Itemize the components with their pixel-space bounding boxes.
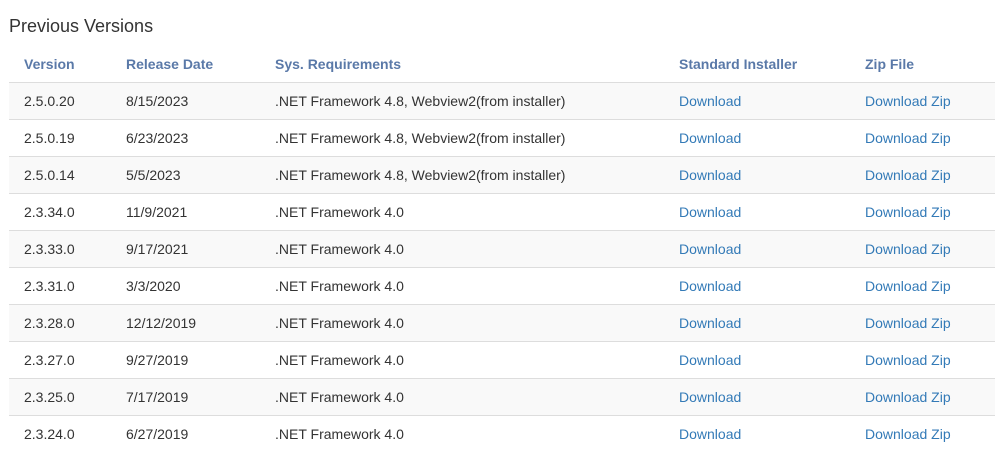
download-installer-link[interactable]: Download: [679, 389, 741, 405]
version-cell: 2.3.27.0: [9, 341, 111, 379]
download-zip-link[interactable]: Download Zip: [865, 352, 951, 368]
version-cell: 2.3.25.0: [9, 378, 111, 416]
installer-cell: Download: [664, 378, 850, 416]
release-date-cell: 6/27/2019: [126, 426, 189, 442]
zip-cell: Download Zip: [850, 304, 995, 342]
column-header-version: Version: [9, 46, 111, 83]
table-row: 2.5.0.14 5/5/2023 .NET Framework 4.8, Webv…: [9, 156, 995, 194]
installer-cell: Download: [664, 156, 850, 194]
version-cell: 2.3.28.0: [9, 304, 111, 342]
zip-cell: Download Zip: [850, 193, 995, 231]
installer-cell: Download: [664, 119, 850, 157]
previous-versions-table: Version Release Date Sys. Requirements S…: [9, 46, 995, 452]
column-header-release-date: Release Date: [111, 46, 260, 83]
zip-cell: Download Zip: [850, 378, 995, 416]
release-date-cell: 6/23/2023: [111, 119, 260, 157]
table-body: 2.5.0.20 8/15/2023 .NET Framework 4.8, Web…: [9, 82, 995, 453]
installer-cell: Download: [664, 193, 850, 231]
table-row: 2.5.0.19 6/23/2023 .NET Framework 4.8, Web…: [9, 119, 995, 157]
requirements-cell: .NET Framework 4.0: [260, 378, 664, 416]
page-title: Previous Versions: [9, 16, 154, 36]
release-date-cell: 7/17/2019: [111, 378, 260, 416]
download-zip-link[interactable]: Download Zip: [865, 93, 951, 109]
column-header-zip: Zip File: [850, 46, 995, 83]
table-row: 2.3.33.0 9/17/2021 .NET Framework 4.0 Downl…: [9, 230, 995, 268]
version-cell: 2.3.24.0: [24, 426, 75, 442]
column-header-installer: Standard Installer: [664, 46, 850, 83]
release-date-cell: 5/5/2023: [111, 156, 260, 194]
table-row: 2.3.31.0 3/3/2020 .NET Framework 4.0 Downlo…: [9, 267, 995, 305]
release-date-cell: 11/9/2021: [111, 193, 260, 231]
version-cell: 2.5.0.14: [9, 156, 111, 194]
table-row: 2.3.34.0 11/9/2021 .NET Framework 4.0 Downl…: [9, 193, 995, 231]
release-date-cell: 12/12/2019: [111, 304, 260, 342]
release-date-cell: 3/3/2020: [111, 267, 260, 305]
zip-cell: Download Zip: [850, 156, 995, 194]
zip-cell: Download Zip: [850, 341, 995, 379]
download-installer-link[interactable]: Download: [679, 93, 741, 109]
zip-cell: Download Zip: [850, 416, 995, 453]
version-cell: 2.5.0.19: [9, 119, 111, 157]
installer-cell: Download: [664, 82, 850, 120]
installer-cell: Download: [664, 267, 850, 305]
zip-cell: Download Zip: [850, 119, 995, 157]
release-date-cell: 9/27/2019: [111, 341, 260, 379]
column-header-requirements: Sys. Requirements: [260, 46, 664, 83]
version-cell: 2.3.33.0: [9, 230, 111, 268]
table-row: 2.3.28.0 12/12/2019 .NET Framework 4.0 Down…: [9, 304, 995, 342]
download-installer-link[interactable]: Download: [679, 204, 741, 220]
installer-cell: Download: [664, 230, 850, 268]
requirements-cell: .NET Framework 4.0: [260, 193, 664, 231]
requirements-cell: .NET Framework 4.0: [275, 426, 404, 442]
download-zip-link[interactable]: Download Zip: [865, 204, 951, 220]
requirements-cell: .NET Framework 4.8, Webview2(from instal…: [260, 119, 664, 157]
table-row: 2.3.27.0 9/27/2019 .NET Framework 4.0 Downl…: [9, 341, 995, 379]
download-installer-link[interactable]: Download: [679, 278, 741, 294]
download-installer-link[interactable]: Download: [679, 241, 741, 257]
table-row: 2.5.0.20 8/15/2023 .NET Framework 4.8, Web…: [9, 82, 995, 120]
version-cell: 2.3.31.0: [9, 267, 111, 305]
release-date-cell: 9/17/2021: [111, 230, 260, 268]
zip-cell: Download Zip: [850, 267, 995, 305]
requirements-cell: .NET Framework 4.0: [260, 341, 664, 379]
installer-cell: Download: [664, 341, 850, 379]
requirements-cell: .NET Framework 4.0: [260, 230, 664, 268]
installer-cell: Download: [664, 416, 850, 453]
download-zip-link[interactable]: Download Zip: [865, 389, 951, 405]
version-cell: 2.5.0.20: [9, 82, 111, 120]
download-zip-link[interactable]: Download Zip: [865, 130, 951, 146]
installer-cell: Download: [664, 304, 850, 342]
requirements-cell: .NET Framework 4.8, Webview2(from instal…: [260, 156, 664, 194]
table-header-row: Version Release Date Sys. Requirements S…: [9, 46, 995, 83]
download-zip-link[interactable]: Download Zip: [865, 241, 951, 257]
download-zip-link[interactable]: Download Zip: [865, 315, 951, 331]
table-row: 2.3.25.0 7/17/2019 .NET Framework 4.0 Downl…: [9, 378, 995, 416]
requirements-cell: .NET Framework 4.0: [260, 267, 664, 305]
zip-cell: Download Zip: [850, 230, 995, 268]
version-cell: 2.3.34.0: [9, 193, 111, 231]
release-date-cell: 8/15/2023: [111, 82, 260, 120]
download-installer-link[interactable]: Download: [679, 130, 741, 146]
download-installer-link[interactable]: Download: [679, 352, 741, 368]
zip-cell: Download Zip: [850, 82, 995, 120]
download-zip-link[interactable]: Download Zip: [865, 426, 951, 442]
download-installer-link[interactable]: Download: [679, 167, 741, 183]
requirements-cell: .NET Framework 4.8, Webview2(from instal…: [260, 82, 664, 120]
download-zip-link[interactable]: Download Zip: [865, 278, 951, 294]
download-installer-link[interactable]: Download: [679, 426, 741, 442]
download-zip-link[interactable]: Download Zip: [865, 167, 951, 183]
requirements-cell: .NET Framework 4.0: [260, 304, 664, 342]
download-installer-link[interactable]: Download: [679, 315, 741, 331]
table-row: 2.3.24.0 6/27/2019 .NET Framework 4.0 Downl…: [9, 416, 995, 453]
